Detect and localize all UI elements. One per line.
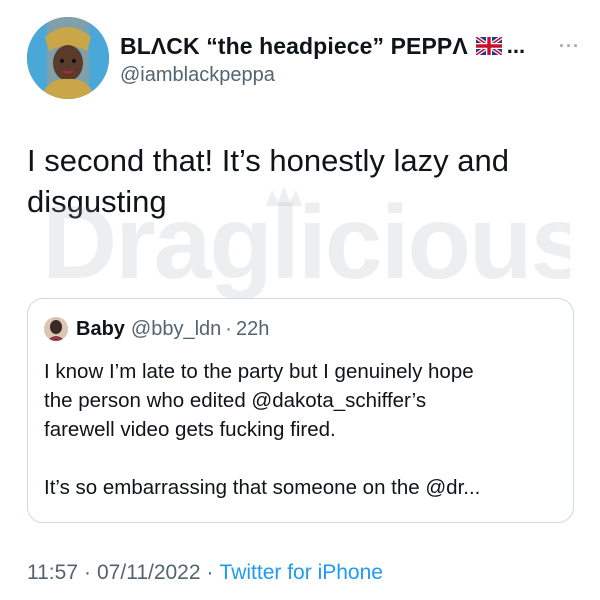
author-display-name[interactable]: BLΛCK “the headpiece” PEPPΛ xyxy=(120,33,468,60)
quoted-text-line: the person who edited @dakota_schiffer’s xyxy=(44,389,427,412)
footer-separator: · xyxy=(84,561,91,584)
tweet-text: I second that! It’s honestly lazy and di… xyxy=(27,140,577,222)
quoted-tweet-header: Baby @bby_ldn · 22h xyxy=(44,317,269,341)
tweet-footer: 11:57 · 07/11/2022 · Twitter for iPhone xyxy=(27,561,383,585)
name-truncation: ... xyxy=(506,33,526,58)
quoted-separator: · xyxy=(225,317,232,340)
tweet-date[interactable]: 07/11/2022 xyxy=(97,561,201,585)
author-handle[interactable]: @iamblackpeppa xyxy=(120,64,580,87)
tweet-text-line: disgusting xyxy=(27,184,167,219)
tweet-text-line: I second that! It’s honestly lazy and xyxy=(27,143,509,178)
tweet-time[interactable]: 11:57 xyxy=(27,561,78,585)
uk-flag-icon xyxy=(474,35,503,57)
quoted-avatar-image xyxy=(44,317,68,341)
quoted-author-handle[interactable]: @bby_ldn xyxy=(131,318,221,341)
more-options-icon[interactable]: ··· xyxy=(559,36,580,57)
quoted-tweet[interactable]: Baby @bby_ldn · 22h I know I’m late to t… xyxy=(27,298,574,523)
tweet-header: BLΛCK “the headpiece” PEPPΛ ... @iamblac… xyxy=(120,30,580,87)
quoted-text-line: It’s so embarrassing that someone on the… xyxy=(44,476,481,499)
quoted-author-avatar[interactable] xyxy=(44,317,68,341)
quoted-text-line: I know I’m late to the party but I genui… xyxy=(44,360,474,383)
avatar-image xyxy=(27,17,109,99)
quoted-tweet-text: I know I’m late to the party but I genui… xyxy=(44,357,559,502)
tweet-source-link[interactable]: Twitter for iPhone xyxy=(220,561,383,585)
quoted-timestamp[interactable]: 22h xyxy=(236,318,269,341)
author-avatar[interactable] xyxy=(27,17,109,99)
tweet: BLΛCK “the headpiece” PEPPΛ ... @iamblac… xyxy=(0,0,600,600)
quoted-author-name[interactable]: Baby xyxy=(76,318,125,341)
name-row: BLΛCK “the headpiece” PEPPΛ ... xyxy=(120,30,580,62)
footer-separator: · xyxy=(206,561,214,584)
quoted-text-line: farewell video gets fucking fired. xyxy=(44,418,336,441)
